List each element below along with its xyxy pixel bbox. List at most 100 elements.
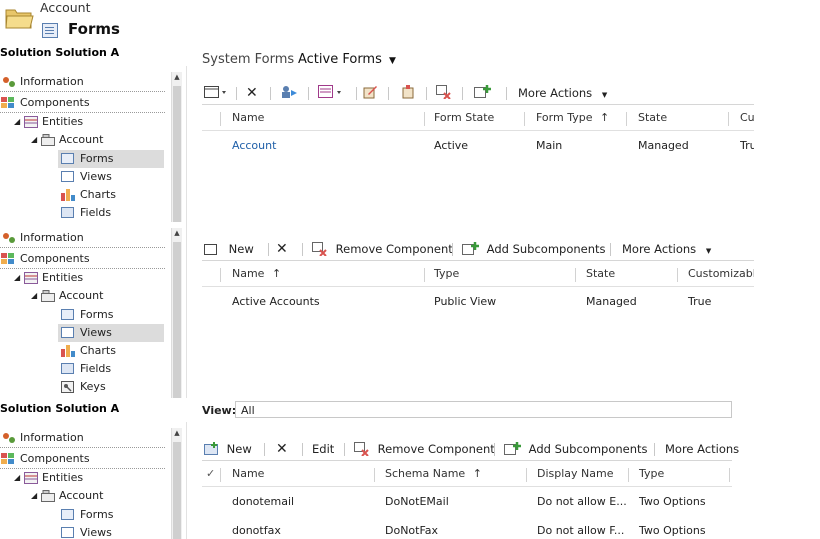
edit-icon[interactable] [362, 85, 378, 101]
collapse-arrow-icon[interactable]: ◢ [14, 469, 20, 487]
scroll-thumb[interactable] [173, 442, 181, 539]
tree-label: Charts [80, 344, 116, 357]
column-display-name[interactable]: Display Name [537, 464, 614, 484]
column-name[interactable]: Name ↑ [232, 264, 281, 284]
delete-icon[interactable]: ✕ [246, 85, 260, 101]
column-name[interactable]: Name [232, 464, 264, 484]
tree-item-information[interactable]: Information [0, 73, 165, 92]
tree-item-fields[interactable]: Fields [58, 360, 164, 378]
tree-label: Account [59, 289, 104, 302]
tree-item-views[interactable]: Views [58, 524, 164, 539]
column-form-state[interactable]: Form State [434, 108, 494, 128]
forms-icon [61, 153, 74, 164]
tree-item-views[interactable]: Views [58, 168, 164, 186]
remove-icon[interactable] [400, 85, 416, 101]
scroll-thumb[interactable] [173, 86, 181, 222]
tree-item-account[interactable]: ◢ Account [0, 287, 165, 305]
tree-item-information[interactable]: Information [0, 229, 165, 248]
tree-item-information[interactable]: Information [0, 429, 165, 448]
remove-component-button[interactable]: Remove Component [312, 241, 453, 257]
tree-item-forms[interactable]: Forms [58, 150, 164, 168]
tree-item-fields[interactable]: Fields [58, 204, 164, 222]
tree-item-components[interactable]: Components [0, 450, 165, 469]
tree-item-account[interactable]: ◢ Account [0, 487, 165, 505]
collapse-arrow-icon[interactable]: ◢ [14, 269, 20, 287]
scroll-up-icon[interactable]: ▲ [172, 228, 182, 238]
new-button[interactable]: New [204, 241, 254, 257]
tree-label: Components [20, 452, 90, 465]
tree-item-keys[interactable]: Keys [58, 378, 164, 396]
more-actions-button[interactable]: More Actions ▼ [622, 241, 711, 257]
add-subcomponents-button[interactable]: Add Subcomponents [504, 441, 648, 457]
scroll-thumb[interactable] [173, 242, 181, 398]
column-state[interactable]: State [586, 264, 615, 284]
select-all-checkmark-icon[interactable]: ✓ [206, 467, 215, 480]
tree-label: Charts [80, 188, 116, 201]
column-name[interactable]: Name [232, 108, 264, 128]
tree-item-charts[interactable]: Charts [58, 186, 164, 204]
tree-item-forms[interactable]: Forms [58, 506, 164, 524]
tree-item-entities[interactable]: ◢ Entities [0, 269, 165, 287]
tree-item-components[interactable]: Components [0, 250, 165, 269]
collapse-arrow-icon[interactable]: ◢ [31, 287, 37, 305]
new-form-icon[interactable] [204, 85, 228, 101]
cell-name: Active Accounts [232, 295, 320, 308]
tree-item-forms[interactable]: Forms [58, 306, 164, 324]
add-subcomponents-button[interactable]: Add Subcomponents [462, 241, 606, 257]
column-customizable[interactable]: Customizabl [688, 264, 754, 284]
entity-icon [41, 490, 55, 502]
tree-item-components[interactable]: Components [0, 94, 165, 113]
tree-scrollbar[interactable]: ▲ [171, 428, 182, 539]
new-button[interactable]: New [204, 441, 252, 457]
views-grid-header: Name ↑ Type State Customizabl [202, 264, 754, 287]
view-selector[interactable]: Active Forms ▼ [298, 52, 396, 67]
tree-label: Information [20, 75, 84, 88]
tree-item-account[interactable]: ◢ Account [0, 131, 165, 149]
tree-label: Information [20, 431, 84, 444]
collapse-arrow-icon[interactable]: ◢ [31, 487, 37, 505]
table-row[interactable]: Account Active Main Managed Tru [202, 137, 754, 155]
column-state[interactable]: State [638, 108, 667, 128]
tree-item-entities[interactable]: ◢ Entities [0, 469, 165, 487]
tree-scrollbar[interactable]: ▲ [171, 72, 182, 222]
delete-icon[interactable]: ✕ [276, 441, 288, 457]
forms-grid-header: Name Form State Form Type ↑ State Cu [202, 108, 754, 131]
more-actions-label: More Actions [518, 86, 593, 100]
table-row[interactable]: donotfax DoNotFax Do not allow F... Two … [202, 522, 732, 539]
cell-name: donotemail [232, 495, 295, 508]
tree-item-charts[interactable]: Charts [58, 342, 164, 360]
remove-component-icon[interactable] [436, 85, 452, 101]
tree-scrollbar[interactable]: ▲ [171, 228, 182, 398]
tree-item-entities[interactable]: ◢ Entities [0, 113, 165, 131]
tree-item-views[interactable]: Views [58, 324, 164, 342]
column-schema-name[interactable]: Schema Name ↑ [385, 464, 482, 484]
add-component-icon [462, 242, 480, 260]
delete-icon[interactable]: ✕ [276, 241, 288, 257]
add-component-icon[interactable] [474, 85, 492, 101]
tree-label: Keys [80, 380, 106, 393]
column-type[interactable]: Type [434, 264, 459, 284]
table-row[interactable]: donotemail DoNotEMail Do not allow E... … [202, 493, 732, 511]
more-actions-button[interactable]: More Actions ▼ [518, 85, 607, 101]
forms-icon [61, 509, 74, 520]
collapse-arrow-icon[interactable]: ◢ [14, 113, 20, 131]
column-label: Form Type [536, 111, 593, 124]
view-label: View: [202, 404, 237, 417]
scroll-up-icon[interactable]: ▲ [172, 428, 182, 438]
column-type[interactable]: Type [639, 464, 664, 484]
collapse-arrow-icon[interactable]: ◢ [31, 131, 37, 149]
edit-button[interactable]: Edit [312, 441, 334, 457]
column-form-type[interactable]: Form Type ↑ [536, 108, 609, 128]
remove-component-button[interactable]: Remove Component [354, 441, 495, 457]
scroll-up-icon[interactable]: ▲ [172, 72, 182, 82]
dropdown-arrow-icon: ▼ [601, 91, 608, 99]
form-name-link[interactable]: Account [232, 139, 276, 152]
cell-form-state: Active [434, 139, 469, 152]
table-row[interactable]: Active Accounts Public View Managed True [202, 293, 754, 311]
tree-label: Forms [80, 152, 114, 165]
view-select[interactable]: All [235, 401, 732, 418]
form-options-icon[interactable] [318, 85, 348, 101]
more-actions-button[interactable]: More Actions [665, 441, 739, 457]
column-customizable[interactable]: Cu [740, 108, 754, 128]
people-icon[interactable] [280, 85, 298, 101]
